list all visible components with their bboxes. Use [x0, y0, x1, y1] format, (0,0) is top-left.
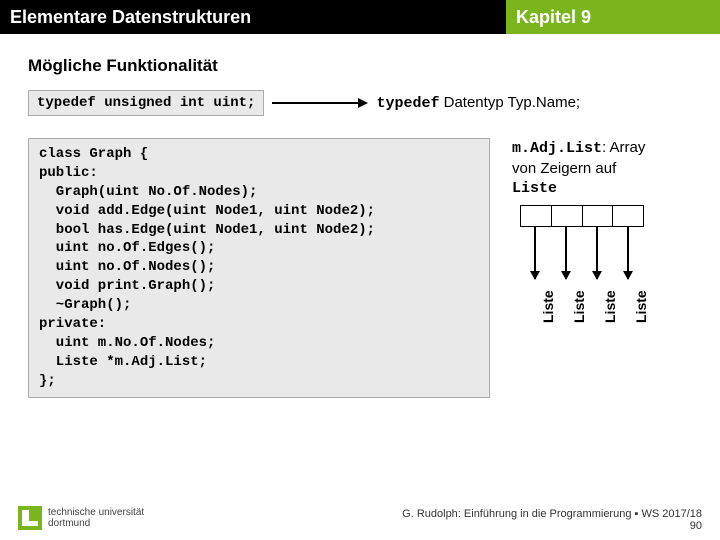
down-arrow-icon — [565, 227, 567, 279]
adjlist-text2: von Zeigern auf — [512, 160, 616, 177]
down-arrow-icon — [534, 227, 536, 279]
section-subtitle: Mögliche Funktionalität — [28, 56, 720, 76]
university-logo: technische universitätdortmund — [18, 506, 144, 530]
header-bar: Elementare Datenstrukturen Kapitel 9 — [0, 0, 720, 34]
university-name: technische universitätdortmund — [48, 507, 144, 529]
header-title-left: Elementare Datenstrukturen — [0, 0, 506, 34]
header-title-right: Kapitel 9 — [506, 0, 720, 34]
arrow-icon — [264, 98, 376, 108]
class-code-box: class Graph { public: Graph(uint No.Of.N… — [28, 138, 490, 398]
adjlist-varname: m.Adj.List — [512, 140, 602, 157]
adjlist-type: Liste — [512, 180, 557, 197]
array-cell — [583, 206, 614, 226]
typedef-explanation: typedef Datentyp Typ.Name; — [376, 94, 580, 112]
list-label: Liste — [540, 290, 556, 323]
list-label: Liste — [633, 290, 649, 323]
tu-logo-icon — [18, 506, 42, 530]
adjlist-text1: : Array — [602, 139, 645, 156]
typedef-keyword: typedef — [376, 95, 439, 112]
adjlist-panel: m.Adj.List: Array von Zeigern auf Liste … — [512, 138, 692, 398]
footer-credit: G. Rudolph: Einführung in die Programmie… — [402, 508, 702, 520]
array-cell — [521, 206, 552, 226]
array-box — [520, 205, 644, 227]
array-cell — [552, 206, 583, 226]
list-label: Liste — [602, 290, 618, 323]
down-arrow-icon — [627, 227, 629, 279]
class-row: class Graph { public: Graph(uint No.Of.N… — [28, 138, 720, 398]
slide-footer: G. Rudolph: Einführung in die Programmie… — [402, 508, 702, 532]
adjlist-diagram: Liste Liste Liste Liste — [512, 205, 652, 335]
adjlist-description: m.Adj.List: Array von Zeigern auf Liste — [512, 138, 692, 199]
typedef-row: typedef unsigned int uint; typedef Daten… — [28, 90, 720, 116]
slide: Elementare Datenstrukturen Kapitel 9 Mög… — [0, 0, 720, 540]
array-cell — [613, 206, 643, 226]
page-number: 90 — [690, 520, 702, 532]
typedef-code-box: typedef unsigned int uint; — [28, 90, 264, 116]
typedef-pattern: Datentyp Typ.Name; — [439, 94, 580, 111]
down-arrow-icon — [596, 227, 598, 279]
list-label: Liste — [571, 290, 587, 323]
